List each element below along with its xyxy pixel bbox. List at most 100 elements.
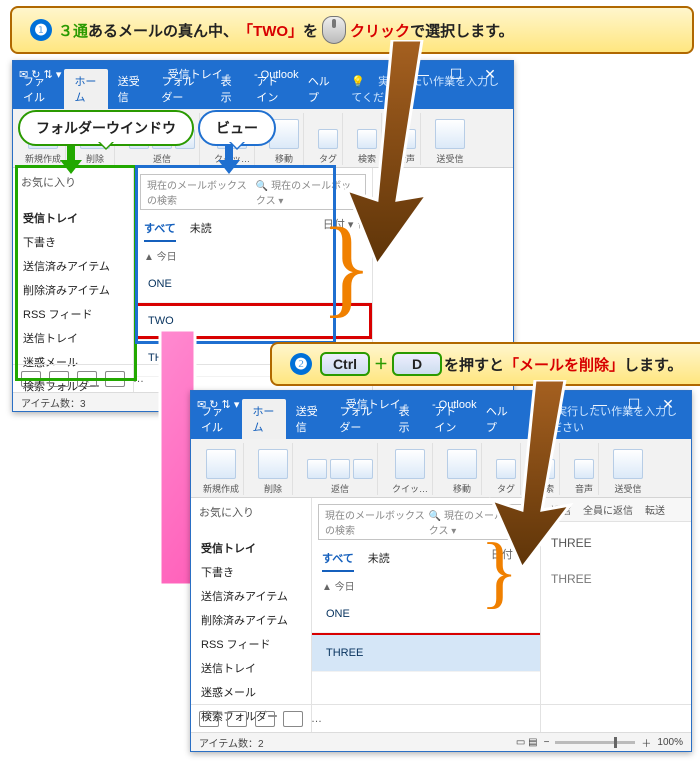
nav-people-icon[interactable] [77, 371, 97, 387]
statusbar-2: アイテム数：2 ▭ ▤−＋ 100% [191, 732, 691, 751]
search-placeholder: 現在のメールボックスの検索 [147, 177, 256, 207]
tell-me-2[interactable]: 💡 実行したい作業を入力してください [519, 399, 691, 439]
tab-unread-2[interactable]: 未読 [368, 546, 390, 572]
ribbon-tag-2[interactable]: タグ [492, 443, 521, 495]
list-tabs-1: すべて 未読 日付 ▾ ↑ [134, 216, 372, 242]
group-today-2[interactable]: ▲ 今日 [312, 572, 540, 596]
folder-rss-2[interactable]: RSS フィード [191, 632, 311, 656]
instruction-1: ❶ ３通 あるメールの真ん中、 「TWO」 を クリック で選択します。 [10, 6, 694, 54]
search-input-2[interactable]: 現在のメールボックスの検索 🔍 現在のメールボックス ▾ [318, 504, 534, 540]
mail-two[interactable]: TWO [134, 303, 372, 340]
tab-all-2[interactable]: すべて [322, 546, 354, 572]
folder-outbox-2[interactable]: 送信トレイ [191, 656, 311, 680]
nav-cal-icon[interactable] [49, 371, 69, 387]
i1-two: 「TWO」 [238, 20, 303, 41]
folder-sent-2[interactable]: 送信済みアイテム [191, 584, 311, 608]
reply-btn[interactable]: 返信 [551, 502, 571, 517]
callout-folder: フォルダーウインドウ [18, 110, 194, 146]
sendrecv-icon [435, 119, 465, 149]
ribbon-tag[interactable]: タグ [314, 113, 343, 165]
folder-junk-2[interactable]: 迷惑メール [191, 680, 311, 704]
nav-more[interactable]: … [133, 373, 144, 385]
key-d: D [392, 352, 442, 376]
folder-pane-2: お気に入り 受信トレイ 下書き 送信済みアイテム 削除済みアイテム RSS フィ… [191, 498, 312, 734]
forward-btn[interactable]: 転送 [645, 502, 665, 517]
nav-task-icon-2[interactable] [283, 711, 303, 727]
ribbon-search-2[interactable]: 検索 [531, 443, 560, 495]
folder-inbox-2[interactable]: 受信トレイ [191, 536, 311, 560]
tab-home[interactable]: ホーム [64, 69, 107, 109]
replyall-btn[interactable]: 全員に返信 [583, 502, 633, 517]
i1-green: ３通 [58, 20, 88, 41]
tab-view-2[interactable]: 表示 [389, 399, 425, 439]
tab-addin-2[interactable]: アドイン [424, 399, 475, 439]
mail-list-2: 現在のメールボックスの検索 🔍 現在のメールボックス ▾ すべて 未読 日付 ▾… [312, 498, 541, 734]
ribbon-sendrecv-2[interactable]: 送受信 [609, 443, 647, 495]
ribbon-delete-2[interactable]: 削除 [254, 443, 293, 495]
tab-help-2[interactable]: ヘルプ [476, 399, 520, 439]
tab-home-2[interactable]: ホーム [242, 399, 285, 439]
tab-send[interactable]: 送受信 [108, 69, 152, 109]
tab-view[interactable]: 表示 [211, 69, 247, 109]
preview-subject-2a: THREE [541, 522, 691, 564]
nav-people-icon-2[interactable] [255, 711, 275, 727]
folder-inbox[interactable]: 受信トレイ [13, 206, 133, 230]
reply-bar: 返信 全員に返信 転送 [541, 498, 691, 522]
ribbon-search[interactable]: 検索 [353, 113, 382, 165]
favorites-header-2[interactable]: お気に入り [191, 498, 311, 526]
key-plus: ＋ [374, 354, 388, 374]
mail-one-2[interactable]: ONE [312, 596, 540, 633]
tab-folder[interactable]: フォルダー [151, 69, 210, 109]
folder-sent[interactable]: 送信済みアイテム [13, 254, 133, 278]
tab-send-2[interactable]: 送受信 [286, 399, 330, 439]
preview-subject-2b: THREE [541, 564, 691, 594]
ribbon-voice-2[interactable]: 音声 [570, 443, 599, 495]
step-number-2: ❷ [290, 353, 312, 375]
folder-deleted[interactable]: 削除済みアイテム [13, 278, 133, 302]
sort-date-2[interactable]: 日付 ▾ ↑ [491, 546, 530, 572]
step-number-1: ❶ [30, 19, 52, 41]
i1-wo: を [303, 20, 318, 41]
nav-more-2[interactable]: … [311, 713, 322, 725]
tab-addin[interactable]: アドイン [246, 69, 297, 109]
favorites-header[interactable]: お気に入り [13, 168, 133, 196]
i1-click: クリック [350, 20, 410, 41]
tab-file-2[interactable]: ファイル [191, 399, 242, 439]
tag-icon [318, 129, 338, 149]
ribbon-move-2[interactable]: 移動 [443, 443, 482, 495]
nav-mail-icon[interactable] [21, 371, 41, 387]
search-input-1[interactable]: 現在のメールボックスの検索 🔍 現在のメールボックス ▾ [140, 174, 366, 210]
item-count-1: アイテム数：3 [21, 395, 86, 410]
nav-task-icon[interactable] [105, 371, 125, 387]
ribbon-sendrecv[interactable]: 送受信 [431, 113, 469, 165]
zoom-slider[interactable] [555, 741, 635, 744]
folder-outbox[interactable]: 送信トレイ [13, 326, 133, 350]
folder-deleted-2[interactable]: 削除済みアイテム [191, 608, 311, 632]
zoom-control[interactable]: ▭ ▤−＋ 100% [516, 735, 683, 750]
sort-date[interactable]: 日付 ▾ ↑ [323, 216, 362, 242]
ribbon-quick-2[interactable]: クイッ… [388, 443, 433, 495]
folder-draft-2[interactable]: 下書き [191, 560, 311, 584]
tab-folder-2[interactable]: フォルダー [329, 399, 388, 439]
mouse-icon [322, 16, 346, 44]
group-today[interactable]: ▲ 今日 [134, 242, 372, 266]
tab-file[interactable]: ファイル [13, 69, 64, 109]
folder-draft[interactable]: 下書き [13, 230, 133, 254]
tab-help[interactable]: ヘルプ [298, 69, 342, 109]
menubar-1: ファイル ホーム 送受信 フォルダー 表示 アドイン ヘルプ 💡 実行したい作業… [13, 87, 513, 109]
ribbon-reply-2[interactable]: 返信 [303, 443, 378, 495]
nav-cal-icon-2[interactable] [227, 711, 247, 727]
tell-me[interactable]: 💡 実行したい作業を入力してください [341, 69, 513, 109]
ribbon-voice[interactable]: 音声 [392, 113, 421, 165]
mail-one[interactable]: ONE [134, 266, 372, 303]
tab-all[interactable]: すべて [144, 216, 176, 242]
i1-tail: で選択します。 [410, 20, 514, 41]
nav-mail-icon-2[interactable] [199, 711, 219, 727]
ribbon-2: 新規作成 削除 返信 クイッ… 移動 タグ 検索 音声 送受信 [191, 439, 691, 498]
mail-three-2[interactable]: THREE [312, 633, 540, 672]
i2-mid: を押すと [444, 354, 504, 375]
callout-view: ビュー [198, 110, 276, 146]
tab-unread[interactable]: 未読 [190, 216, 212, 242]
ribbon-new-2[interactable]: 新規作成 [199, 443, 244, 495]
folder-rss[interactable]: RSS フィード [13, 302, 133, 326]
